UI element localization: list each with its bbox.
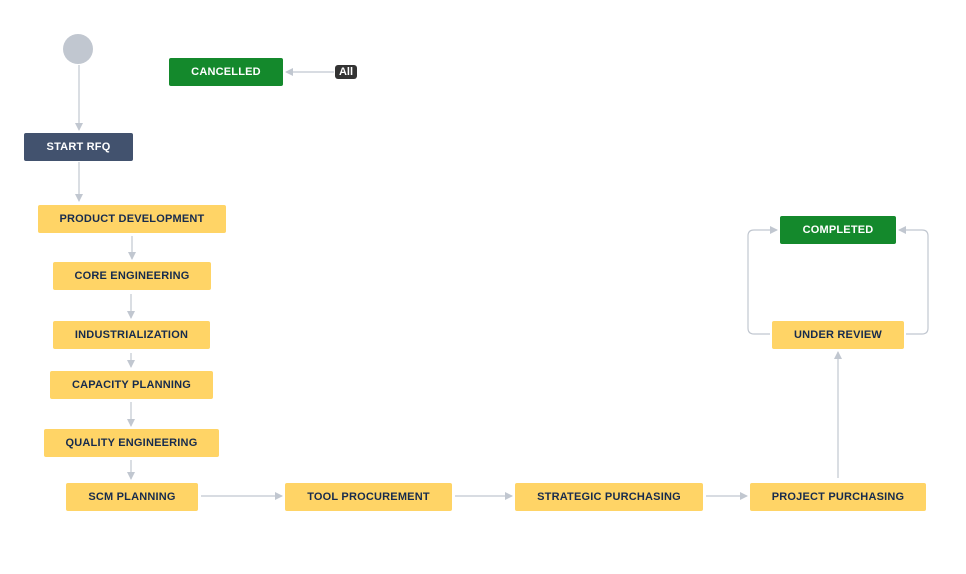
status-project-purchasing[interactable]: PROJECT PURCHASING	[750, 483, 926, 511]
status-scm-planning[interactable]: SCM PLANNING	[66, 483, 198, 511]
status-under-review[interactable]: UNDER REVIEW	[772, 321, 904, 349]
initial-state-circle[interactable]	[63, 34, 93, 64]
status-capacity-planning[interactable]: CAPACITY PLANNING	[50, 371, 213, 399]
all-transition-badge[interactable]: All	[335, 65, 357, 79]
transition-under-review-to-completed-left[interactable]	[747, 226, 778, 335]
status-cancelled[interactable]: CANCELLED	[169, 58, 283, 86]
workflow-diagram: CANCELLED All START RFQ PRODUCT DEVELOPM…	[0, 0, 966, 574]
status-quality-engineering[interactable]: QUALITY ENGINEERING	[44, 429, 219, 457]
status-strategic-purchasing[interactable]: STRATEGIC PURCHASING	[515, 483, 703, 511]
status-industrialization[interactable]: INDUSTRIALIZATION	[53, 321, 210, 349]
status-tool-procurement[interactable]: TOOL PROCUREMENT	[285, 483, 452, 511]
status-core-engineering[interactable]: CORE ENGINEERING	[53, 262, 211, 290]
status-completed[interactable]: COMPLETED	[780, 216, 896, 244]
status-start-rfq[interactable]: START RFQ	[24, 133, 133, 161]
transition-under-review-to-completed-right[interactable]	[898, 226, 929, 335]
status-product-development[interactable]: PRODUCT DEVELOPMENT	[38, 205, 226, 233]
